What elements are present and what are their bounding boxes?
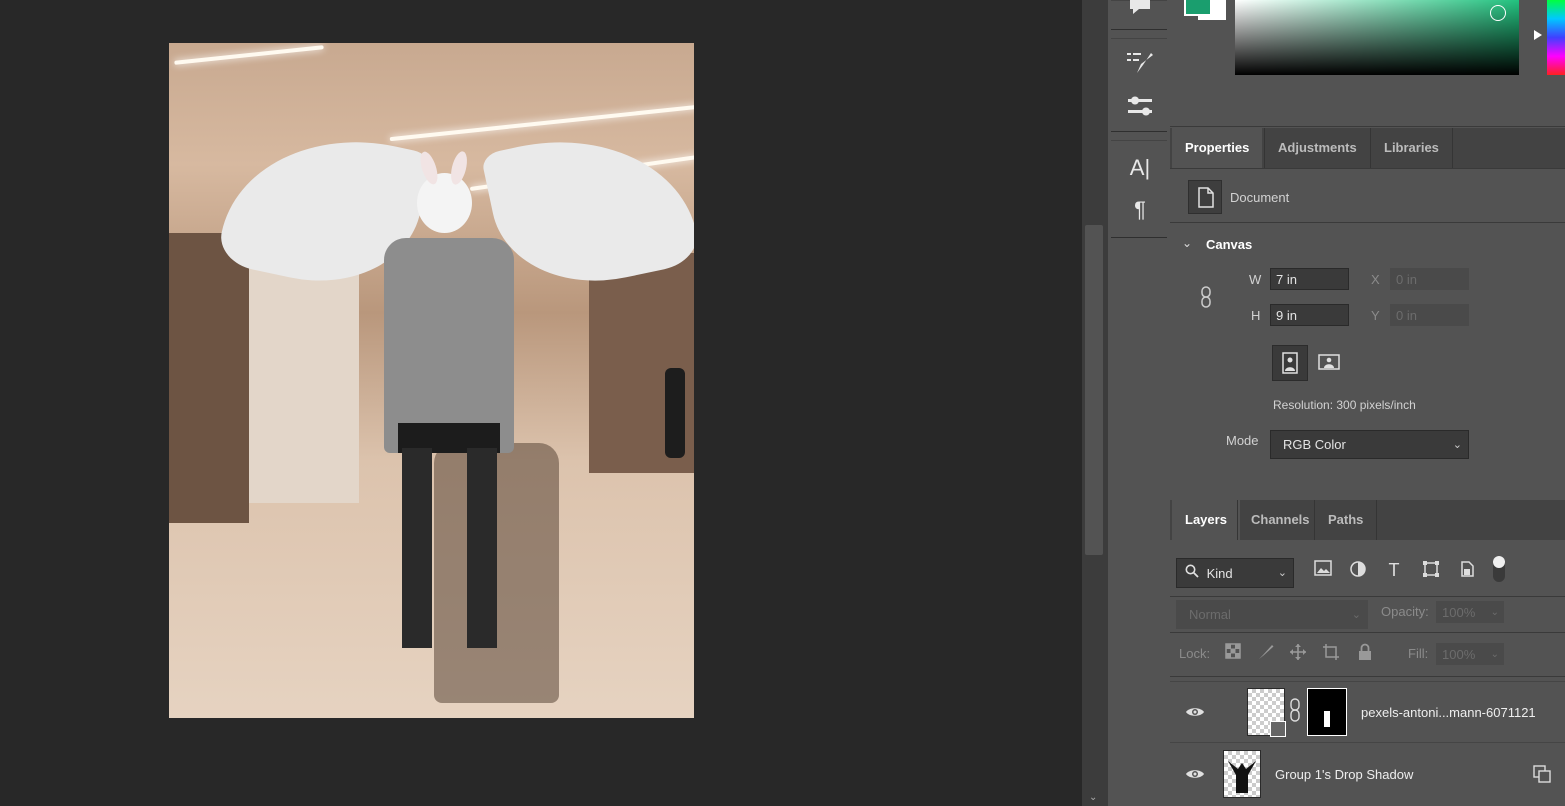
lock-artboard-icon[interactable] [1321, 643, 1341, 663]
scroll-down-arrow-icon[interactable]: ⌄ [1089, 792, 1099, 803]
document-label: Document [1230, 190, 1290, 205]
layer-filter-select[interactable]: Kind ⌄ [1176, 558, 1294, 588]
layer-row[interactable]: Group 1's Drop Shadow [1170, 742, 1565, 803]
figure-sweater [384, 238, 514, 453]
mask-shape [1324, 711, 1330, 727]
link-dimensions-icon[interactable] [1198, 286, 1214, 308]
tab-adjustments[interactable]: Adjustments [1264, 128, 1370, 168]
document-icon [1188, 180, 1222, 214]
lock-all-icon[interactable] [1355, 643, 1375, 663]
y-field[interactable]: 0 in [1390, 304, 1469, 326]
tab-properties[interactable]: Properties [1172, 128, 1263, 168]
figure-leg-right [467, 448, 497, 648]
color-picker-cursor[interactable] [1490, 5, 1506, 21]
layer-thumbnail[interactable] [1247, 688, 1286, 737]
layer-name[interactable]: Group 1's Drop Shadow [1275, 767, 1413, 782]
color-panel [1170, 0, 1565, 127]
layer-thumbnail[interactable] [1223, 750, 1261, 798]
height-label: H [1251, 308, 1261, 323]
brush-settings-icon[interactable] [1125, 47, 1155, 77]
height-field[interactable]: 9 in [1270, 304, 1349, 326]
ceiling-light [174, 45, 324, 65]
hue-slider-arrow-icon[interactable] [1534, 30, 1542, 40]
opacity-field[interactable]: 100% ⌄ [1436, 601, 1504, 623]
width-field[interactable]: 7 in [1270, 268, 1349, 290]
fill-label: Fill: [1408, 646, 1429, 661]
y-label: Y [1371, 308, 1380, 323]
layer-effects-icon[interactable] [1533, 765, 1551, 783]
blend-mode-value: Normal [1189, 607, 1231, 622]
pixel-layer-filter-icon[interactable] [1313, 560, 1333, 580]
adjustments-sliders-icon[interactable] [1125, 91, 1155, 121]
chevron-down-icon: ⌄ [1490, 607, 1499, 618]
smart-object-badge-icon [1270, 721, 1286, 737]
fill-value: 100% [1442, 647, 1476, 662]
mode-select[interactable]: RGB Color ⌄ [1270, 430, 1469, 459]
adjustment-layer-filter-icon[interactable] [1348, 560, 1368, 580]
opacity-label: Opacity: [1381, 604, 1429, 619]
chevron-down-icon: ⌄ [1351, 609, 1361, 621]
storefront-left [169, 233, 249, 523]
chevron-down-icon: ⌄ [1277, 567, 1287, 579]
tab-layers[interactable]: Layers [1172, 500, 1240, 540]
lock-position-icon[interactable] [1288, 643, 1308, 663]
character-icon[interactable]: A| [1125, 153, 1155, 183]
canvas-section-title: Canvas [1206, 237, 1253, 252]
x-field[interactable]: 0 in [1390, 268, 1469, 290]
rabbit-ear [448, 149, 470, 187]
figure-leg-left [402, 448, 432, 648]
layer-name[interactable]: pexels-antoni...mann-6071121 [1361, 705, 1536, 720]
pedestrian [665, 368, 685, 458]
shape-layer-filter-icon[interactable] [1421, 560, 1441, 580]
storefront-window [249, 243, 359, 503]
mode-label: Mode [1226, 433, 1259, 448]
resolution-text: Resolution: 300 pixels/inch [1273, 398, 1416, 412]
foreground-color-swatch[interactable] [1184, 0, 1212, 16]
portrait-orientation-icon[interactable] [1272, 345, 1308, 381]
mask-link-icon[interactable] [1289, 698, 1301, 722]
tab-channels[interactable]: Channels [1237, 500, 1323, 540]
comments-icon[interactable] [1125, 0, 1155, 25]
panel-icon-strip: A| ¶ [1108, 0, 1170, 806]
layer-mask-thumbnail[interactable] [1307, 688, 1347, 736]
color-field[interactable] [1235, 0, 1519, 75]
chevron-down-icon: ⌄ [1490, 649, 1499, 660]
lock-label: Lock: [1179, 646, 1211, 661]
blend-mode-select[interactable]: Normal ⌄ [1176, 600, 1368, 629]
layer-row[interactable]: pexels-antoni...mann-6071121 [1170, 681, 1565, 742]
hue-slider[interactable] [1547, 0, 1565, 75]
chevron-down-icon[interactable]: ⌄ [1182, 236, 1192, 250]
lock-image-pixels-icon[interactable] [1256, 643, 1276, 663]
visibility-eye-icon[interactable] [1184, 705, 1206, 719]
ceiling-light [389, 104, 694, 142]
layers-tabbar: Layers Channels Paths [1170, 500, 1565, 540]
visibility-eye-icon[interactable] [1184, 767, 1206, 781]
lock-transparent-pixels-icon[interactable] [1223, 643, 1243, 663]
search-icon [1185, 559, 1203, 588]
paragraph-icon[interactable]: ¶ [1125, 195, 1155, 225]
properties-tabbar: Properties Adjustments Libraries [1170, 128, 1565, 168]
tab-paths[interactable]: Paths [1314, 500, 1378, 540]
x-label: X [1371, 272, 1380, 287]
filter-toggle[interactable] [1493, 556, 1505, 582]
right-panel: Properties Adjustments Libraries Documen… [1170, 0, 1565, 806]
mode-select-value: RGB Color [1283, 437, 1346, 452]
width-label: W [1249, 272, 1262, 287]
filter-toggle-knob [1493, 556, 1505, 568]
document-canvas[interactable] [169, 43, 694, 718]
scrollbar-thumb[interactable] [1085, 225, 1103, 555]
fill-field[interactable]: 100% ⌄ [1436, 643, 1504, 665]
tab-libraries[interactable]: Libraries [1370, 128, 1453, 168]
smart-object-filter-icon[interactable] [1457, 560, 1477, 580]
opacity-value: 100% [1442, 605, 1476, 620]
chevron-down-icon: ⌄ [1452, 439, 1462, 451]
type-layer-filter-icon[interactable]: T [1384, 560, 1404, 580]
rabbit-head [417, 173, 472, 233]
filter-kind-value: Kind [1206, 566, 1233, 581]
landscape-orientation-icon[interactable] [1312, 345, 1346, 379]
